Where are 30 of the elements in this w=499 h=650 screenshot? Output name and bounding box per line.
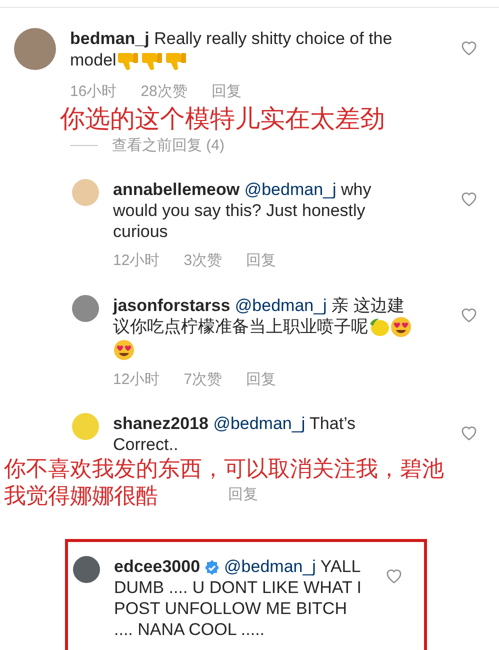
heart-icon[interactable]: [385, 568, 403, 584]
likes-count[interactable]: 3次赞: [184, 250, 222, 272]
comment-text: edcee3000 @bedman_j YALL DUMB .... U DONT LIKE WHAT I POST UNFOLLOW ME BITCH .... NANA COOL .....: [114, 556, 362, 640]
reply-link[interactable]: 回复: [211, 81, 242, 104]
avatar[interactable]: [72, 294, 99, 322]
avatar[interactable]: [14, 28, 56, 70]
heart-icon[interactable]: [460, 306, 478, 322]
comment-text: annabellemeow @bedman_j why would you say this? Just honestly curious: [113, 179, 372, 242]
heart-icon[interactable]: [460, 40, 478, 56]
lemon-icon: [368, 316, 390, 338]
view-replies-link[interactable]: 查看之前回复 (4): [112, 134, 224, 157]
annotation-caption: 你选的这个模特儿实在太差劲: [60, 106, 385, 132]
comment-text: shanez2018 @bedman_j That’s Correct..: [113, 413, 357, 456]
reply-link[interactable]: 回复: [246, 368, 276, 392]
likes-count[interactable]: 7次赞: [184, 368, 222, 392]
comment-text: bedman_j Really really shitty choice of the model: [70, 28, 405, 73]
avatar[interactable]: [73, 556, 100, 584]
likes-count[interactable]: 28次赞: [140, 81, 188, 104]
heart-eyes-icon: [113, 338, 135, 361]
heart-eyes-icon: [390, 316, 412, 338]
heart-icon[interactable]: [460, 191, 478, 207]
heart-icon[interactable]: [460, 425, 478, 442]
reply-link[interactable]: 回复: [246, 250, 276, 272]
comment-time: 16小时: [70, 82, 117, 102]
comment-text: jasonforstarss @bedman_j 亲 这边建议你吃点柠檬准备当上职业喷子呢: [113, 294, 416, 361]
comment-time: 12小时: [113, 251, 160, 271]
annotation-caption: 你不喜欢我发的东西，可以取消关注我，碧池: [4, 455, 444, 482]
comment-time: 12小时: [113, 370, 160, 390]
annotation-caption: 我觉得娜娜很酷: [4, 482, 158, 510]
reply-link[interactable]: 回复: [228, 484, 258, 507]
